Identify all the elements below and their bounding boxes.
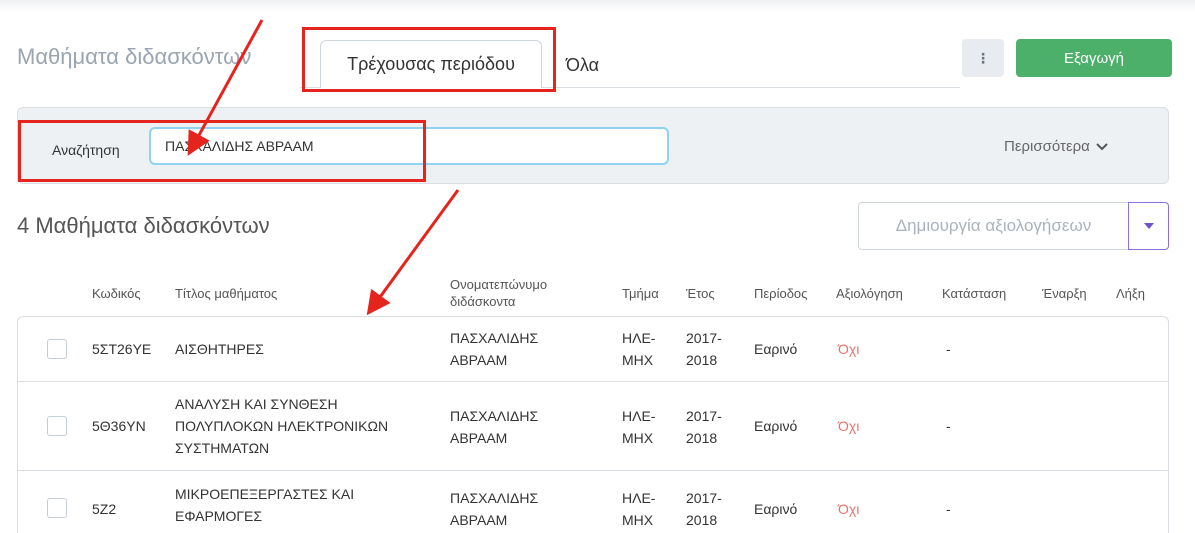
cell-course-title-line: ΣΥΣΤΗΜΑΤΩΝ bbox=[175, 440, 270, 456]
annotation-arrow bbox=[366, 189, 460, 316]
column-header-year[interactable]: Έτος bbox=[686, 285, 715, 302]
cell-year-line: 2017- bbox=[686, 408, 722, 424]
chevron-down-icon bbox=[1096, 142, 1108, 150]
cell-code: 5Θ36ΥΝ bbox=[92, 418, 146, 434]
cell-department: ΗΛΕ- ΜΗΧ bbox=[622, 405, 655, 449]
cell-instructor-line: ΠΑΣΧΑΛΙΔΗΣ bbox=[450, 330, 539, 346]
tab-all[interactable]: Όλα bbox=[566, 55, 599, 76]
row-checkbox[interactable] bbox=[47, 416, 67, 436]
row-checkbox[interactable] bbox=[47, 498, 67, 518]
more-actions-button[interactable]: ⋮ bbox=[962, 39, 1004, 77]
cell-year: 2017- 2018 bbox=[686, 405, 722, 449]
cell-instructor-line: ΑΒΡΑΑΜ bbox=[450, 352, 508, 368]
cell-department-line: ΗΛΕ- bbox=[622, 330, 656, 346]
cell-instructor-line: ΠΑΣΧΑΛΙΔΗΣ bbox=[450, 490, 539, 506]
column-header-course-title[interactable]: Τίτλος μαθήματος bbox=[175, 285, 277, 302]
cell-course-title-line: ΠΟΛΥΠΛΟΚΩΝ ΗΛΕΚΤΡΟΝΙΚΩΝ bbox=[175, 418, 389, 434]
cell-year-line: 2017- bbox=[686, 330, 722, 346]
cell-instructor: ΠΑΣΧΑΛΙΔΗΣ ΑΒΡΑΑΜ bbox=[450, 405, 538, 449]
column-header-department[interactable]: Τμήμα bbox=[622, 285, 659, 302]
cell-year: 2017- 2018 bbox=[686, 487, 722, 531]
cell-year-line: 2018 bbox=[686, 512, 718, 528]
annotation-box-search bbox=[18, 120, 426, 182]
column-header-end[interactable]: Λήξη bbox=[1116, 285, 1145, 302]
cell-department: ΗΛΕ- ΜΗΧ bbox=[622, 327, 655, 371]
cell-department-line: ΜΗΧ bbox=[622, 430, 654, 446]
row-checkbox[interactable] bbox=[47, 339, 67, 359]
row-divider bbox=[17, 381, 1169, 382]
cell-instructor: ΠΑΣΧΑΛΙΔΗΣ ΑΒΡΑΑΜ bbox=[450, 487, 538, 531]
cell-course-title-line: ΕΦΑΡΜΟΓΕΣ bbox=[175, 508, 263, 524]
column-header-instructor-line1: Ονοματεπώνυμο bbox=[450, 277, 548, 292]
cell-period: Εαρινό bbox=[754, 341, 798, 357]
cell-department: ΗΛΕ- ΜΗΧ bbox=[622, 487, 655, 531]
cell-instructor-line: ΑΒΡΑΑΜ bbox=[450, 430, 508, 446]
cell-evaluation: Όχι bbox=[838, 501, 860, 517]
cell-code: 5ΣΤ26ΥΕ bbox=[92, 341, 152, 357]
cell-instructor-line: ΠΑΣΧΑΛΙΔΗΣ bbox=[450, 408, 539, 424]
column-header-status[interactable]: Κατάσταση bbox=[942, 285, 1006, 302]
cell-year-line: 2017- bbox=[686, 490, 722, 506]
cell-course-title-line: ΑΙΣΘΗΤΗΡΕΣ bbox=[175, 341, 264, 357]
row-divider bbox=[17, 470, 1169, 471]
more-filters-button[interactable]: Περισσότερα bbox=[1004, 138, 1108, 155]
cell-course-title-line: ΑΝΑΛΥΣΗ ΚΑΙ ΣΥΝΘΕΣΗ bbox=[175, 396, 338, 412]
annotation-box-tab bbox=[302, 27, 556, 92]
cell-department-line: ΗΛΕ- bbox=[622, 490, 656, 506]
kebab-menu-icon: ⋮ bbox=[976, 49, 990, 66]
cell-evaluation: Όχι bbox=[838, 341, 860, 357]
cell-year: 2017- 2018 bbox=[686, 327, 722, 371]
cell-status: - bbox=[946, 341, 951, 357]
column-header-instructor[interactable]: Ονοματεπώνυμο διδάσκοντα bbox=[450, 276, 547, 310]
cell-period: Εαρινό bbox=[754, 501, 798, 517]
results-count-title: 4 Μαθήματα διδασκόντων bbox=[17, 213, 270, 238]
column-header-instructor-line2: διδάσκοντα bbox=[450, 294, 516, 309]
cell-evaluation: Όχι bbox=[838, 418, 860, 434]
top-shadow bbox=[0, 0, 1195, 12]
cell-instructor: ΠΑΣΧΑΛΙΔΗΣ ΑΒΡΑΑΜ bbox=[450, 327, 538, 371]
page-title: Μαθήματα διδασκόντων bbox=[17, 44, 252, 69]
cell-status: - bbox=[946, 501, 951, 517]
cell-department-line: ΜΗΧ bbox=[622, 352, 654, 368]
cell-instructor-line: ΑΒΡΑΑΜ bbox=[450, 512, 508, 528]
more-filters-label: Περισσότερα bbox=[1004, 138, 1090, 155]
cell-year-line: 2018 bbox=[686, 430, 718, 446]
cell-department-line: ΗΛΕ- bbox=[622, 408, 656, 424]
cell-course-title-line: ΜΙΚΡΟΕΠΕΞΕΡΓΑΣΤΕΣ ΚΑΙ bbox=[175, 486, 355, 502]
create-evaluations-button[interactable]: Δημιουργία αξιολογήσεων bbox=[858, 202, 1128, 250]
column-header-code[interactable]: Κωδικός bbox=[92, 285, 141, 302]
column-header-start[interactable]: Έναρξη bbox=[1042, 285, 1087, 302]
cell-year-line: 2018 bbox=[686, 352, 718, 368]
cell-code: 5Ζ2 bbox=[92, 501, 117, 517]
cell-course-title: ΑΝΑΛΥΣΗ ΚΑΙ ΣΥΝΘΕΣΗ ΠΟΛΥΠΛΟΚΩΝ ΗΛΕΚΤΡΟΝΙ… bbox=[175, 393, 388, 459]
cell-department-line: ΜΗΧ bbox=[622, 512, 654, 528]
caret-down-icon bbox=[1143, 223, 1154, 229]
cell-course-title: ΑΙΣΘΗΤΗΡΕΣ bbox=[175, 338, 264, 360]
cell-course-title: ΜΙΚΡΟΕΠΕΞΕΡΓΑΣΤΕΣ ΚΑΙ ΕΦΑΡΜΟΓΕΣ bbox=[175, 483, 354, 527]
create-evaluations-dropdown-toggle[interactable] bbox=[1128, 202, 1169, 250]
cell-status: - bbox=[946, 418, 951, 434]
cell-period: Εαρινό bbox=[754, 418, 798, 434]
column-header-evaluation[interactable]: Αξιολόγηση bbox=[836, 285, 903, 302]
export-button[interactable]: Εξαγωγή bbox=[1016, 39, 1172, 77]
column-header-period[interactable]: Περίοδος bbox=[754, 285, 807, 302]
